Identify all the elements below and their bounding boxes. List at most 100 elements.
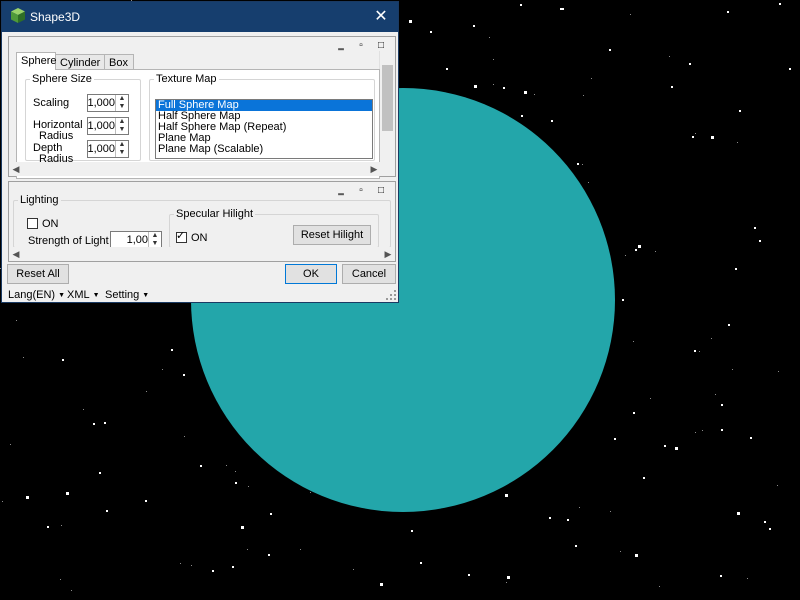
texture-map-item[interactable]: Plane Map (Scalable) [156,144,372,155]
star [577,163,579,165]
reset-all-button[interactable]: Reset All [7,264,69,284]
menu-setting[interactable]: Setting ▼ [105,289,149,301]
vertical-scrollbar[interactable] [379,51,395,163]
scroll-left-icon[interactable]: ◀ [9,162,23,176]
star [474,85,477,88]
scaling-spin-buttons[interactable]: ▲ ▼ [115,95,128,111]
spin-down-icon[interactable]: ▼ [116,103,128,111]
star [750,437,752,439]
star [145,500,147,502]
chevron-down-icon: ▼ [92,291,100,299]
reset-hilight-button[interactable]: Reset Hilight [293,225,371,245]
menu-xml-label: XML [67,289,90,301]
star [664,445,666,447]
spin-up-icon[interactable]: ▲ [149,232,161,240]
star [562,8,564,10]
star [235,471,236,472]
star [711,136,714,139]
texture-map-listbox[interactable]: Full Sphere Map Half Sphere Map Half Spher… [155,99,373,159]
spin-down-icon[interactable]: ▼ [116,126,128,134]
star [60,579,61,580]
spin-up-icon[interactable]: ▲ [116,95,128,103]
menu-lang-label: Lang(EN) [8,289,56,301]
star [23,357,24,358]
star [493,84,494,85]
star [241,526,244,529]
close-icon[interactable]: ✕ [370,6,392,28]
star [184,436,185,437]
star [99,472,101,474]
star [694,350,696,352]
tab-cylinder[interactable]: Cylinder [55,54,105,70]
spin-up-icon[interactable]: ▲ [116,141,128,149]
star [630,14,631,15]
star [524,91,527,94]
scroll-right-icon[interactable]: ▶ [367,162,381,176]
spin-down-icon[interactable]: ▼ [116,149,128,157]
star [146,391,147,392]
star [737,512,740,515]
specular-on-checkbox[interactable]: ✓ [176,230,187,243]
scroll-right-icon[interactable]: ▶ [381,247,395,261]
cancel-button[interactable]: Cancel [342,264,396,284]
menu-xml[interactable]: XML ▼ [67,289,100,301]
star [446,68,448,70]
star [520,4,522,6]
star [620,551,621,552]
scrollbar-thumb[interactable] [382,65,393,131]
scaling-value: 1,000 [87,97,115,109]
minimize-icon[interactable]: ‗ [331,40,351,52]
strength-value: 1,00 [126,234,148,246]
resize-grip-icon[interactable] [386,290,396,300]
star [675,447,678,450]
star [180,563,181,564]
hradius-label-2: Radius [39,130,74,142]
specular-legend: Specular Hilight [176,208,254,220]
star [71,590,72,591]
star [728,324,730,326]
depth-radius-spinbox[interactable]: 1,000 ▲ ▼ [87,140,129,158]
scaling-spinbox[interactable]: 1,000 ▲ ▼ [87,94,129,112]
title-bar[interactable]: Shape3D ✕ [2,2,398,32]
star [759,240,761,242]
panel-controls: ‗ ▫ □ [331,39,391,51]
star [310,492,311,493]
star [430,31,432,33]
restore-icon[interactable]: ▫ [351,40,371,52]
tab-sphere[interactable]: Sphere [16,52,56,70]
star [732,369,733,370]
star [720,575,722,577]
star [695,133,696,134]
window-title: Shape3D [30,10,81,24]
star [200,465,202,467]
star [191,565,192,566]
strength-spin-buttons[interactable]: ▲ ▼ [148,232,161,248]
star [692,136,694,138]
hradius-spin-buttons[interactable]: ▲ ▼ [115,118,128,134]
horizontal-radius-spinbox[interactable]: 1,000 ▲ ▼ [87,117,129,135]
star [727,11,729,13]
star [212,570,214,572]
star [659,586,660,587]
star [493,59,494,60]
spin-up-icon[interactable]: ▲ [116,118,128,126]
star [507,576,510,579]
shape3d-window: Shape3D ✕ ‗ ▫ □ Sphere Cylinder Box Sphere… [1,1,399,303]
star [411,530,413,532]
ok-button[interactable]: OK [285,264,337,284]
menu-bar: Lang(EN) ▼ XML ▼ Setting ▼ [2,287,398,302]
star [777,485,778,486]
horizontal-scrollbar[interactable]: ◀ ▶ [9,247,395,261]
tab-box[interactable]: Box [104,54,134,70]
star [26,496,29,499]
star [769,528,771,530]
lighting-on-checkbox[interactable] [27,218,38,229]
star [506,582,507,583]
star [300,549,301,550]
scroll-left-icon[interactable]: ◀ [9,247,23,261]
dradius-spin-buttons[interactable]: ▲ ▼ [115,141,128,157]
horizontal-scrollbar[interactable]: ◀ ▶ [9,162,381,176]
menu-lang[interactable]: Lang(EN) ▼ [8,289,65,301]
star [93,423,95,425]
star [739,110,741,112]
